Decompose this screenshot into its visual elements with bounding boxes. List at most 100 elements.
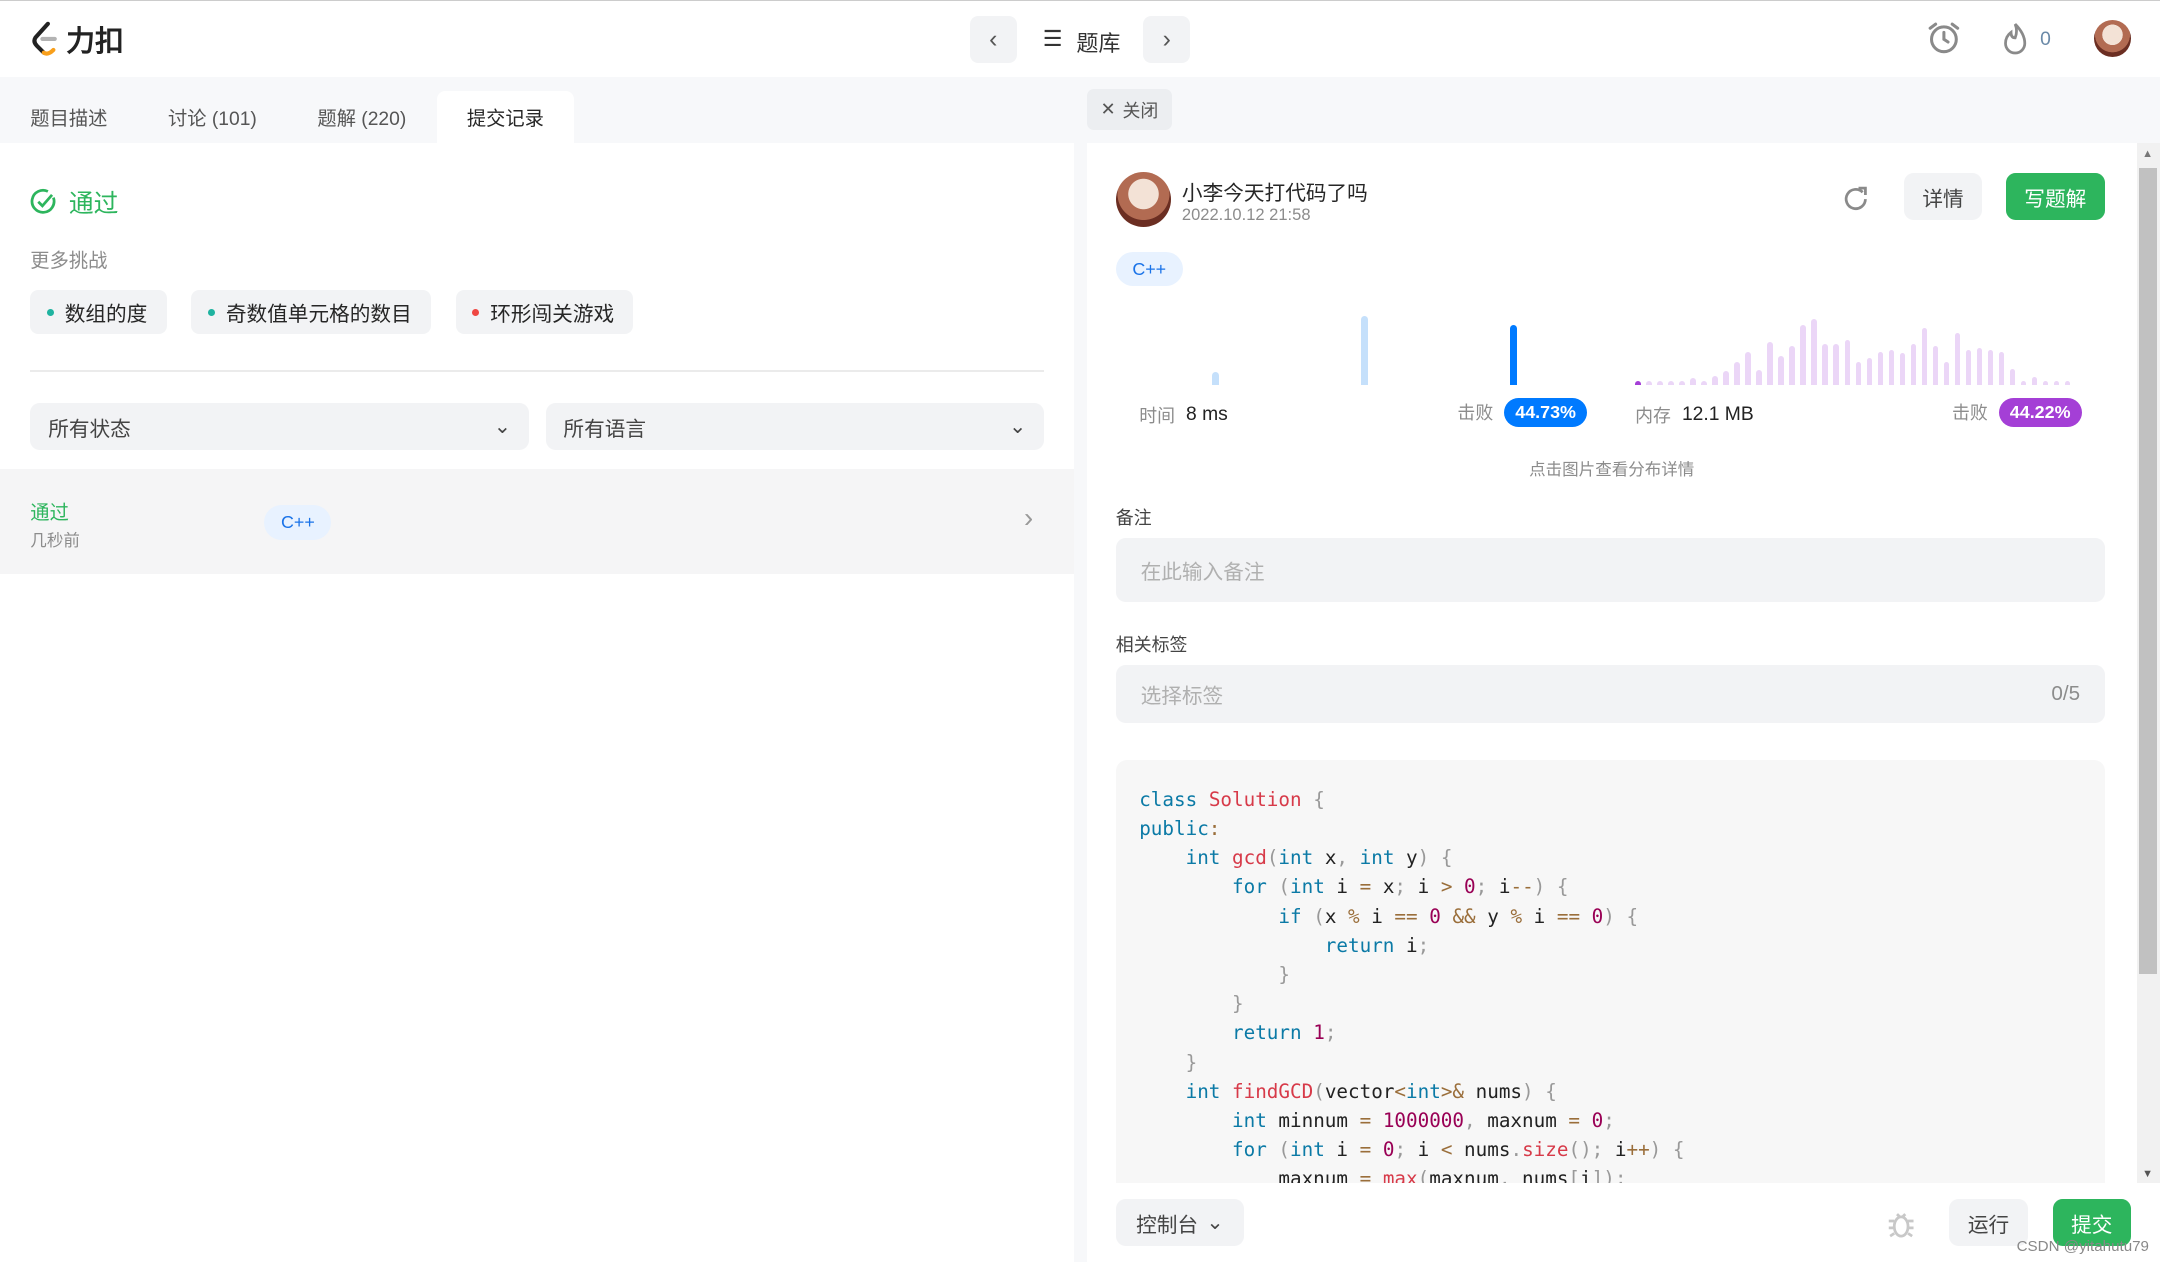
code-token: public xyxy=(1139,817,1209,840)
check-circle-icon xyxy=(30,189,56,215)
memory-bar xyxy=(2009,368,2016,386)
console-toggle-button[interactable]: 控制台 ⌄ xyxy=(1115,1199,1244,1247)
memory-stat: 内存 12.1 MB xyxy=(1635,402,1754,428)
scroll-up-icon[interactable]: ▲ xyxy=(2142,148,2153,160)
debug-bug-icon[interactable] xyxy=(1886,1210,1916,1240)
memory-bar xyxy=(1998,352,2005,386)
submission-status: 通过 xyxy=(30,502,69,524)
scroll-down-icon[interactable]: ▼ xyxy=(2142,1168,2153,1180)
detail-button[interactable]: 详情 xyxy=(1903,173,1983,220)
code-token: 0 xyxy=(1429,904,1441,928)
code-line: int findGCD(vector<int>& nums) { xyxy=(1139,1077,2081,1106)
tab-submissions[interactable]: 提交记录 xyxy=(436,90,575,143)
share-refresh-icon[interactable] xyxy=(1842,184,1870,212)
memory-bar xyxy=(1646,381,1652,386)
memory-bar xyxy=(1712,376,1718,386)
challenge-chip[interactable]: 数组的度 xyxy=(30,290,167,335)
memory-bar xyxy=(1888,350,1895,386)
tags-count: 0/5 xyxy=(2051,681,2081,705)
next-problem-button[interactable]: › xyxy=(1143,16,1191,63)
code-token: , xyxy=(1336,846,1349,870)
alarm-clock-icon[interactable] xyxy=(1926,20,1962,56)
code-token: i xyxy=(1359,904,1395,928)
code-line: class Solution { xyxy=(1139,785,2081,814)
write-solution-button[interactable]: 写题解 xyxy=(2005,173,2105,220)
code-token: ) xyxy=(1417,846,1430,870)
code-token: } xyxy=(1185,1050,1198,1074)
code-token: = xyxy=(1359,1109,1372,1133)
code-token: && xyxy=(1452,904,1476,928)
tab-description[interactable]: 题目描述 xyxy=(0,91,138,143)
code-token: int xyxy=(1185,1079,1221,1103)
problem-list-link[interactable]: ☰ 题库 xyxy=(1043,26,1121,58)
code-token: int xyxy=(1406,1079,1441,1103)
code-viewer[interactable]: class Solution {public: int gcd(int x, i… xyxy=(1115,760,2105,1201)
language-filter-select[interactable]: 所有语言 ⌄ xyxy=(545,403,1045,451)
code-token: i xyxy=(1522,904,1557,928)
memory-bar xyxy=(2053,381,2060,386)
code-line: return 1; xyxy=(1139,1018,2081,1047)
memory-bar xyxy=(1921,328,1928,386)
memory-distribution-chart[interactable] xyxy=(1635,316,2083,386)
note-label: 备注 xyxy=(1115,507,1152,528)
code-token: 0 xyxy=(1591,1109,1604,1133)
beat-label: 击败 xyxy=(1457,403,1494,424)
code-token: i xyxy=(1406,875,1441,899)
submission-row[interactable]: 通过 几秒前 C++ › xyxy=(0,469,1075,575)
scrollbar[interactable]: ▲ ▼ xyxy=(2136,142,2160,1183)
tags-select[interactable]: 选择标签 0/5 xyxy=(1115,664,2105,723)
code-token: ; xyxy=(1394,1138,1407,1162)
status-text: 通过 xyxy=(68,191,119,219)
code-token: y xyxy=(1475,904,1511,928)
code-token: nums xyxy=(1464,1079,1523,1103)
code-token: % xyxy=(1510,904,1523,928)
flame-icon[interactable] xyxy=(2000,20,2030,56)
code-token: ; xyxy=(1324,1021,1337,1045)
code-token: ( xyxy=(1278,875,1291,899)
challenge-chip[interactable]: 环形闯关游戏 xyxy=(455,290,634,335)
memory-bar xyxy=(1877,352,1884,386)
challenge-label: 环形闯关游戏 xyxy=(490,303,615,327)
memory-bar xyxy=(1954,333,1961,386)
code-token: ) xyxy=(1649,1138,1662,1162)
code-token: for xyxy=(1232,1138,1267,1162)
note-input[interactable]: 在此输入备注 xyxy=(1115,538,2105,602)
tab-discussion[interactable]: 讨论 (101) xyxy=(138,91,287,143)
close-button[interactable]: ✕ 关闭 xyxy=(1086,89,1173,131)
tab-solutions[interactable]: 题解 (220) xyxy=(287,91,436,143)
scrollbar-thumb[interactable] xyxy=(2139,167,2158,974)
divider xyxy=(30,370,1045,372)
code-token: i xyxy=(1394,933,1418,957)
runtime-beat: 击败 44.73% xyxy=(1457,397,1587,427)
prev-problem-button[interactable]: ‹ xyxy=(969,16,1017,63)
code-token: > xyxy=(1440,875,1453,899)
code-token: : xyxy=(1208,817,1221,840)
memory-bar xyxy=(1910,344,1917,386)
code-token: { xyxy=(1626,904,1639,928)
code-token: Solution xyxy=(1208,787,1302,811)
user-avatar[interactable] xyxy=(2093,20,2132,58)
beat-label: 击败 xyxy=(1951,403,1988,424)
runtime-distribution-chart[interactable] xyxy=(1116,316,1584,386)
code-line: for (int i = x; i > 0; i--) { xyxy=(1139,872,2081,901)
status-filter-select[interactable]: 所有状态 ⌄ xyxy=(30,403,529,451)
memory-bar xyxy=(1976,347,1983,386)
bottom-toolbar: 控制台 ⌄ 运行 提交 CSDN @yitahutu79 xyxy=(1086,1182,2160,1262)
streak-count: 0 xyxy=(2040,28,2051,50)
challenge-chip[interactable]: 奇数值单元格的数目 xyxy=(191,290,432,335)
code-line: public: xyxy=(1139,814,2081,843)
memory-bar xyxy=(1789,346,1795,386)
logo[interactable]: 力扣 xyxy=(30,18,124,60)
code-token: maxnum xyxy=(1475,1109,1569,1133)
chevron-right-icon: › xyxy=(1162,25,1171,53)
menu-icon: ☰ xyxy=(1042,25,1063,51)
